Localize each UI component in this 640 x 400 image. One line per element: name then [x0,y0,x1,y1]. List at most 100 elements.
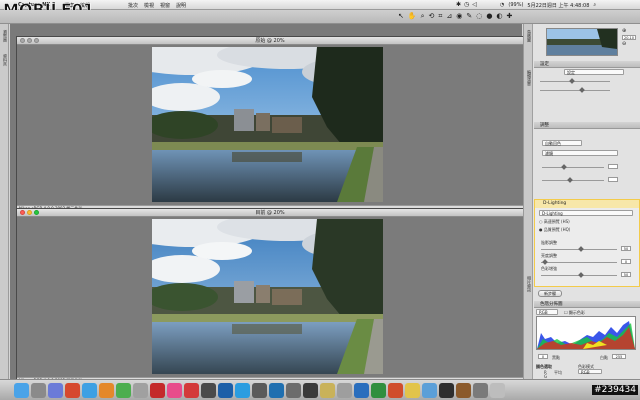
app-icon[interactable] [286,383,301,398]
timemachine-icon[interactable]: ◷ [464,1,469,8]
dlighting-dropdown[interactable]: D-Lighting [539,210,633,216]
chrome-icon[interactable] [116,383,131,398]
histogram-graph[interactable] [536,316,636,350]
itunes-icon[interactable] [167,383,182,398]
firefox-icon[interactable] [99,383,114,398]
menu-view[interactable]: 檢視 [144,2,154,9]
photo-app-icon[interactable] [150,383,165,398]
slider[interactable] [542,164,604,170]
safari-icon[interactable] [82,383,97,398]
zoom-level[interactable]: 20.10 [622,35,636,40]
zoom-in-icon[interactable]: ⊕ [622,28,636,34]
brightness-value[interactable]: 0 [621,259,631,264]
word-icon[interactable] [354,383,369,398]
color-boost-slider[interactable] [541,272,617,278]
hand-icon[interactable]: ✋ [408,12,417,21]
brush-icon[interactable]: ✎ [466,12,472,21]
image-canvas[interactable] [17,45,523,205]
app-icon[interactable] [133,383,148,398]
base-dropdown[interactable]: 設定 [564,69,624,75]
menu-window[interactable]: 視窗 [160,2,170,9]
bw-point-icon[interactable]: ◐ [496,12,502,21]
folders-tab[interactable]: 資料夾 [2,54,8,66]
lightroom-icon[interactable] [252,383,267,398]
app-icon[interactable] [303,383,318,398]
histogram-header[interactable]: 色階分佈圖 [534,301,640,308]
zoom-button[interactable] [34,38,39,43]
minimize-button[interactable] [27,210,32,215]
white-point-value[interactable]: 255 [612,354,626,359]
menu-help[interactable]: 說明 [176,2,186,9]
picker-avg: 平均 [554,370,562,375]
step-dropdown[interactable]: 自動回色 [542,140,582,146]
black-point-value[interactable]: 0 [538,354,548,359]
image-canvas[interactable] [17,217,523,377]
tab-edit-list[interactable]: 編輯清單 [526,70,532,86]
wifi-icon[interactable]: ◔ [500,2,504,9]
window-title-bar[interactable]: 目前 @ 20% [17,209,523,217]
direct-select-icon[interactable]: ↖ [398,12,404,21]
lasso-icon[interactable]: ◌ [476,12,482,21]
app-icon[interactable] [456,383,471,398]
camera-app-icon[interactable] [201,383,216,398]
radio-hs[interactable]: ○ 高速預覽 (HS) [539,219,570,225]
dlighting-title[interactable]: D-Lighting [535,200,639,208]
zoom-button[interactable] [34,210,39,215]
histogram-channel[interactable]: RGB [536,309,558,315]
app-icon[interactable] [422,383,437,398]
powerpoint-icon[interactable] [388,383,403,398]
excel-icon[interactable] [371,383,386,398]
tab-birdseye[interactable]: 鳥瞰圖 [526,30,532,42]
tab-photo-info[interactable]: 相片資訊 [526,276,532,292]
picker-mode-dropdown[interactable]: RGB [578,369,602,375]
brightness-slider[interactable] [541,259,617,265]
finder-icon[interactable] [14,383,29,398]
app-icon[interactable] [337,383,352,398]
new-step-button[interactable]: 新步驟 [538,290,562,297]
battery-text[interactable]: (99%) [508,2,523,9]
app-icon[interactable] [405,383,420,398]
close-button[interactable] [20,210,25,215]
color-boost-value[interactable]: 50 [621,272,631,277]
zoom-out-icon[interactable]: ⊖ [622,41,636,47]
terminal-icon[interactable] [439,383,454,398]
photoshop-icon[interactable] [269,383,284,398]
volume-icon[interactable]: ◁ [472,1,477,8]
launchpad-icon[interactable] [31,383,46,398]
app-icon[interactable] [184,383,199,398]
slider[interactable] [540,78,610,84]
browser-tab[interactable]: 瀏覽器 [2,30,8,42]
window-title-bar[interactable]: 原始 @ 20% [17,37,523,45]
shadow-value[interactable]: 50 [621,246,631,251]
value-box[interactable] [608,177,618,182]
adjust-header[interactable]: 調整 [534,122,640,129]
minimize-button[interactable] [27,38,32,43]
app-icon[interactable] [320,383,335,398]
base-adjust-header[interactable]: 設定 [534,61,640,68]
shadow-slider[interactable] [541,246,617,252]
rotate-icon[interactable]: ⟲ [429,12,435,21]
mission-control-icon[interactable] [48,383,63,398]
step2-dropdown[interactable]: 濾鏡 [542,150,618,156]
bluetooth-icon[interactable]: ✱ [456,1,461,8]
redeye-icon[interactable]: ◉ [456,12,462,21]
close-button[interactable] [20,38,25,43]
zoom-icon[interactable]: ⌕ [421,12,425,21]
trash-icon[interactable] [490,383,505,398]
menu-batch[interactable]: 批次 [128,2,138,9]
slider[interactable] [540,87,610,93]
crop-icon[interactable]: ⌗ [438,12,442,21]
radio-hq[interactable]: ● 品質預覽 (HQ) [539,227,570,233]
app-icon[interactable] [235,383,250,398]
color-control-point-icon[interactable]: ● [486,12,492,21]
slider[interactable] [542,177,604,183]
value-box[interactable] [608,164,618,169]
straighten-icon[interactable]: ⊿ [446,12,452,21]
retouch-icon[interactable]: ✚ [507,12,513,21]
search-icon[interactable]: ⌕ [593,2,596,9]
clock[interactable]: 5月22日週日 上午 4:48:08 [527,2,589,9]
system-prefs-icon[interactable] [473,383,488,398]
calendar-icon[interactable] [65,383,80,398]
app-icon[interactable] [218,383,233,398]
birdseye-thumbnail[interactable] [546,28,618,56]
